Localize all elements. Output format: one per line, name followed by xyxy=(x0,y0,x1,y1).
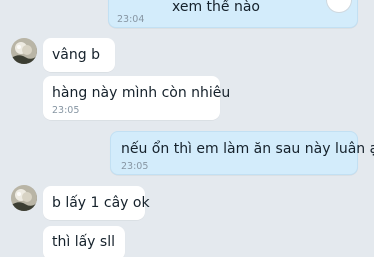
message-bubble-incoming[interactable]: thì lấy sll xyxy=(43,226,125,257)
message-text: nếu ổn thì em làm ăn sau này luân ạ xyxy=(121,141,374,157)
message-bubble-incoming[interactable]: vâng b xyxy=(43,38,115,72)
contact-avatar[interactable] xyxy=(11,38,37,64)
message-text: xem thế nào xyxy=(172,0,260,15)
message-time: 23:04 xyxy=(117,14,145,25)
message-bubble-outgoing[interactable]: xem thế nào 23:04 xyxy=(108,0,358,28)
message-time: 23:05 xyxy=(121,161,149,172)
chat-view: xem thế nào 23:04 vâng b hàng này mình c… xyxy=(0,0,374,257)
avatar-image-icon xyxy=(11,185,37,211)
avatar-image-icon xyxy=(11,38,37,64)
message-bubble-outgoing[interactable]: nếu ổn thì em làm ăn sau này luân ạ 23:0… xyxy=(110,131,374,175)
contact-avatar[interactable] xyxy=(11,185,37,211)
message-time: 23:05 xyxy=(52,105,80,116)
message-text: b lấy 1 cây ok xyxy=(52,195,150,211)
message-bubble-incoming[interactable]: hàng này mình còn nhiêu 23:05 xyxy=(43,76,230,120)
message-bubble-incoming[interactable]: b lấy 1 cây ok xyxy=(43,186,150,220)
message-text: hàng này mình còn nhiêu xyxy=(52,85,231,101)
message-text: vâng b xyxy=(52,47,100,63)
message-text: thì lấy sll xyxy=(52,234,115,250)
